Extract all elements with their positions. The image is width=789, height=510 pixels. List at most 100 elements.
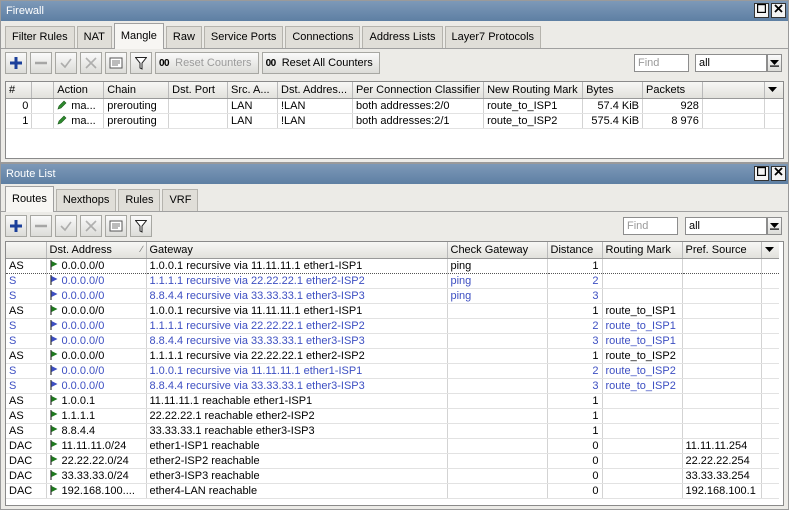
- column-header-new-routing-mark[interactable]: New Routing Mark: [483, 82, 584, 99]
- column-header-action[interactable]: Action: [53, 82, 105, 99]
- column-header-per-connection-classifier[interactable]: Per Connection Classifier: [352, 82, 485, 99]
- column-header-flags[interactable]: [6, 242, 47, 259]
- cell-dst: 192.168.100....: [46, 483, 147, 499]
- x-icon: [85, 57, 97, 69]
- filter-select-arrow[interactable]: [767, 54, 782, 72]
- route-list-titlebar[interactable]: Route List: [1, 164, 788, 184]
- routes-tab-vrf[interactable]: VRF: [162, 189, 199, 211]
- table-row[interactable]: 0 ma... prerouting LAN !LAN both addresses:2/…: [6, 98, 783, 114]
- routes-tab-rules[interactable]: Rules: [118, 189, 161, 211]
- find-input[interactable]: Find: [634, 54, 689, 72]
- cell-dist: 0: [547, 453, 603, 469]
- cell-mark: route_to_ISP1: [483, 98, 584, 114]
- column-header-packets[interactable]: Packets: [642, 82, 703, 99]
- column-header-gateway[interactable]: Gateway: [146, 242, 448, 259]
- table-row[interactable]: S 0.0.0.0/0 1.1.1.1 recursive via 22.22.22…: [6, 273, 779, 289]
- table-row[interactable]: S 0.0.0.0/0 1.1.1.1 recursive via 22.22.22…: [6, 318, 779, 334]
- cell-dst: !LAN: [277, 98, 353, 114]
- remove-button[interactable]: [30, 52, 52, 74]
- column-header-routing-mark[interactable]: Routing Mark: [602, 242, 683, 259]
- column-header-pref-source[interactable]: Pref. Source: [682, 242, 762, 259]
- column-header-dst-addres[interactable]: Dst. Addres...: [277, 82, 353, 99]
- enable-button[interactable]: [55, 52, 77, 74]
- cell-dst: 0.0.0.0/0: [46, 318, 147, 334]
- cell-gw: 1.1.1.1 recursive via 22.22.22.1 ether2-…: [146, 318, 448, 334]
- filter-button[interactable]: [130, 52, 152, 74]
- routes-tab-routes[interactable]: Routes: [5, 186, 54, 212]
- comment-button[interactable]: [105, 215, 127, 237]
- column-chooser-button[interactable]: [764, 82, 783, 99]
- table-row[interactable]: AS 1.1.1.1 22.22.22.1 reachable ether2-ISP…: [6, 408, 779, 424]
- filter-select[interactable]: all: [695, 54, 767, 72]
- add-button[interactable]: [5, 52, 27, 74]
- cell-filler: [702, 113, 766, 129]
- cell-filler: [761, 483, 779, 499]
- reset-counters-button[interactable]: 00 Reset Counters: [155, 52, 259, 74]
- table-row[interactable]: AS 0.0.0.0/0 1.1.1.1 recursive via 22.22.2…: [6, 348, 779, 364]
- enable-button[interactable]: [55, 215, 77, 237]
- chevron-down-icon: [770, 223, 779, 230]
- disable-button[interactable]: [80, 215, 102, 237]
- routes-tab-nexthops[interactable]: Nexthops: [55, 189, 117, 211]
- close-button[interactable]: [771, 3, 786, 18]
- column-header-label: Distance: [550, 243, 594, 256]
- column-header-check-gateway[interactable]: Check Gateway: [447, 242, 548, 259]
- column-chooser-button[interactable]: [761, 242, 779, 259]
- firewall-tab-raw[interactable]: Raw: [165, 26, 202, 48]
- maximize-button[interactable]: [754, 166, 769, 181]
- table-row[interactable]: S 0.0.0.0/0 1.0.0.1 recursive via 11.11.11…: [6, 363, 779, 379]
- filter-select[interactable]: all: [685, 217, 767, 235]
- firewall-tab-mangle[interactable]: Mangle: [113, 23, 164, 49]
- table-row[interactable]: S 0.0.0.0/0 8.8.4.4 recursive via 33.33.33…: [6, 333, 779, 349]
- firewall-tabs: Filter Rules NAT Mangle Raw Service Ports Con…: [1, 21, 788, 49]
- dst-address-label: 0.0.0.0/0: [61, 379, 105, 392]
- cell-check: [447, 378, 548, 394]
- filter-button[interactable]: [130, 215, 152, 237]
- column-header-icon[interactable]: [31, 82, 55, 99]
- table-row[interactable]: S 0.0.0.0/0 8.8.4.4 recursive via 33.33.33…: [6, 288, 779, 304]
- column-header-bytes[interactable]: Bytes: [582, 82, 644, 99]
- table-row[interactable]: DAC 11.11.11.0/24 ether1-ISP1 reachable 0 11…: [6, 438, 779, 454]
- route-flag-icon: [49, 454, 57, 465]
- filter-icon: [135, 219, 147, 233]
- close-button[interactable]: [771, 166, 786, 181]
- action-label: ma...: [71, 99, 96, 112]
- firewall-tab-filter-rules[interactable]: Filter Rules: [5, 26, 75, 48]
- table-row[interactable]: AS 8.8.4.4 33.33.33.1 reachable ether3-ISP…: [6, 423, 779, 439]
- add-button[interactable]: [5, 215, 27, 237]
- column-header-distance[interactable]: Distance: [547, 242, 603, 259]
- column-header-blank[interactable]: #: [6, 82, 33, 99]
- table-row[interactable]: DAC 22.22.22.0/24 ether2-ISP2 reachable 0 22…: [6, 453, 779, 469]
- column-header-dst-address[interactable]: Dst. Address ∕: [46, 242, 147, 259]
- table-row[interactable]: 1 ma... prerouting LAN !LAN both addresses:2/…: [6, 113, 783, 129]
- firewall-titlebar[interactable]: Firewall: [1, 1, 788, 21]
- firewall-tab-address-lists[interactable]: Address Lists: [362, 26, 443, 48]
- maximize-button[interactable]: [754, 3, 769, 18]
- firewall-tab-service-ports[interactable]: Service Ports: [203, 26, 284, 48]
- table-row[interactable]: DAC 33.33.33.0/24 ether3-ISP3 reachable 0 33…: [6, 468, 779, 484]
- remove-button[interactable]: [30, 215, 52, 237]
- cell-flags: AS: [6, 257, 47, 274]
- comment-button[interactable]: [105, 52, 127, 74]
- cell-flags: S: [6, 288, 47, 304]
- firewall-tab-layer7-protocols[interactable]: Layer7 Protocols: [444, 26, 542, 48]
- firewall-tab-nat[interactable]: NAT: [76, 26, 112, 48]
- find-input[interactable]: Find: [623, 217, 678, 235]
- table-row[interactable]: DAC 192.168.100.... ether4-LAN reachable 0 1…: [6, 483, 779, 499]
- route-flag-icon: [49, 364, 57, 375]
- route-list-tabs: Routes Nexthops Rules VRF: [1, 184, 788, 212]
- table-row[interactable]: S 0.0.0.0/0 8.8.4.4 recursive via 33.33.33…: [6, 378, 779, 394]
- table-row[interactable]: AS 0.0.0.0/0 1.0.0.1 recursive via 11.11.1…: [6, 257, 779, 274]
- disable-button[interactable]: [80, 52, 102, 74]
- comment-icon: [109, 220, 123, 232]
- filter-select-arrow[interactable]: [767, 217, 782, 235]
- table-row[interactable]: AS 1.0.0.1 11.11.11.1 reachable ether1-ISP…: [6, 393, 779, 409]
- cell-filler: [761, 303, 779, 319]
- column-header-src-a[interactable]: Src. A...: [227, 82, 278, 99]
- reset-all-counters-button[interactable]: 00 Reset All Counters: [261, 52, 380, 74]
- column-header-chain[interactable]: Chain: [103, 82, 170, 99]
- firewall-tab-connections[interactable]: Connections: [285, 26, 361, 48]
- maximize-icon: [756, 3, 767, 14]
- column-header-dst-port[interactable]: Dst. Port: [168, 82, 229, 99]
- table-row[interactable]: AS 0.0.0.0/0 1.0.0.1 recursive via 11.11.1…: [6, 303, 779, 319]
